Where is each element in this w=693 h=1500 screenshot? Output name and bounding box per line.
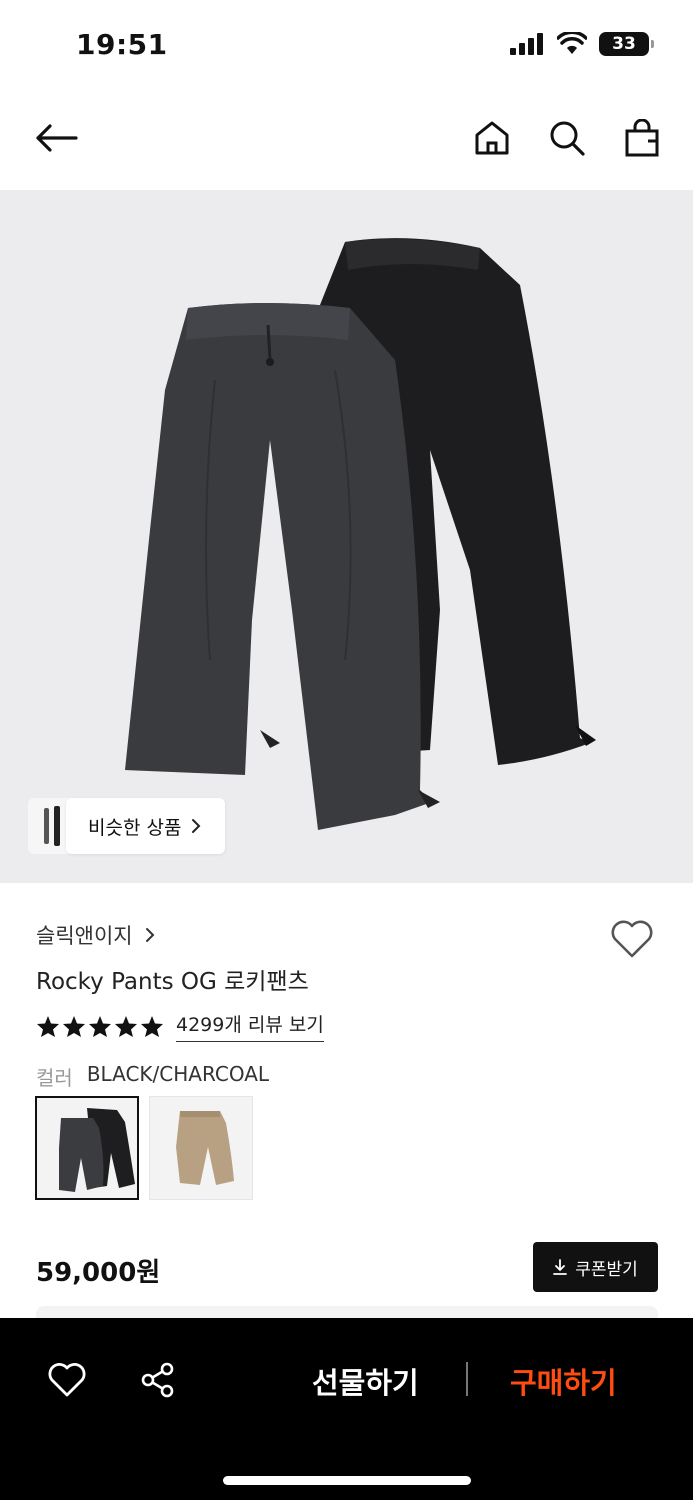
battery-level: 33 — [612, 34, 636, 54]
color-swatch-beige[interactable] — [149, 1096, 253, 1200]
download-icon — [553, 1259, 568, 1275]
product-price: 59,000원 — [36, 1258, 161, 1288]
heart-icon — [611, 920, 653, 958]
swatch-image — [59, 1108, 135, 1192]
wishlist-button[interactable] — [609, 918, 655, 962]
product-image[interactable] — [0, 190, 693, 883]
star-icon — [89, 1015, 111, 1037]
similar-products-label: 비슷한 상품 — [88, 816, 182, 839]
bottom-action-bar — [0, 1318, 693, 1500]
coupon-label: 쿠폰받기 — [575, 1259, 638, 1280]
search-button[interactable] — [543, 114, 591, 162]
charcoal-pants — [125, 303, 440, 830]
similar-products-chip[interactable]: 비슷한 상품 — [28, 798, 226, 854]
color-value: BLACK/CHARCOAL — [86, 1062, 270, 1086]
star-icon — [141, 1015, 163, 1037]
pants-photo — [125, 238, 596, 830]
color-row: 컬러 BLACK/CHARCOAL — [36, 1062, 269, 1091]
share-button[interactable] — [136, 1358, 180, 1402]
buy-button[interactable]: 구매하기 — [510, 1360, 617, 1402]
star-icon — [37, 1015, 59, 1037]
shopping-bag-icon — [625, 119, 659, 157]
coupon-button[interactable]: 쿠폰받기 — [533, 1242, 658, 1292]
star-icon — [63, 1015, 85, 1037]
rating-stars — [36, 1015, 164, 1038]
rating-row: 4299개 리뷰 보기 — [36, 1010, 324, 1042]
similar-products-button[interactable]: 비슷한 상품 — [66, 798, 226, 854]
status-icons: 33 — [509, 32, 654, 56]
chevron-right-icon — [145, 928, 155, 942]
home-icon — [475, 121, 509, 155]
bottom-wishlist-button[interactable] — [45, 1358, 89, 1402]
share-icon — [141, 1362, 174, 1398]
chevron-right-icon — [192, 819, 201, 833]
color-label: 컬러 — [36, 1066, 73, 1090]
arrow-left-icon — [36, 124, 78, 152]
wifi-icon — [557, 32, 587, 54]
action-divider — [466, 1362, 468, 1396]
swatch-image — [176, 1111, 234, 1185]
heart-icon — [48, 1363, 86, 1397]
status-bar: 19:51 33 — [0, 0, 693, 92]
star-icon — [115, 1015, 137, 1037]
back-button[interactable] — [32, 114, 80, 162]
cellular-signal-icon — [510, 33, 543, 55]
home-button[interactable] — [468, 114, 516, 162]
top-nav — [0, 96, 693, 180]
cart-button[interactable] — [618, 114, 666, 162]
status-time: 19:51 — [76, 28, 168, 61]
search-icon — [550, 121, 585, 156]
home-indicator — [223, 1476, 471, 1485]
brand-name: 슬릭앤이지 — [36, 924, 133, 948]
gift-button[interactable]: 선물하기 — [312, 1360, 419, 1402]
brand-link[interactable]: 슬릭앤이지 — [36, 920, 155, 950]
battery-icon: 33 — [599, 32, 654, 56]
color-swatch-black-charcoal[interactable] — [35, 1096, 139, 1200]
review-link[interactable]: 4299개 리뷰 보기 — [176, 1010, 324, 1042]
product-name: Rocky Pants OG 로키팬츠 — [36, 969, 309, 995]
